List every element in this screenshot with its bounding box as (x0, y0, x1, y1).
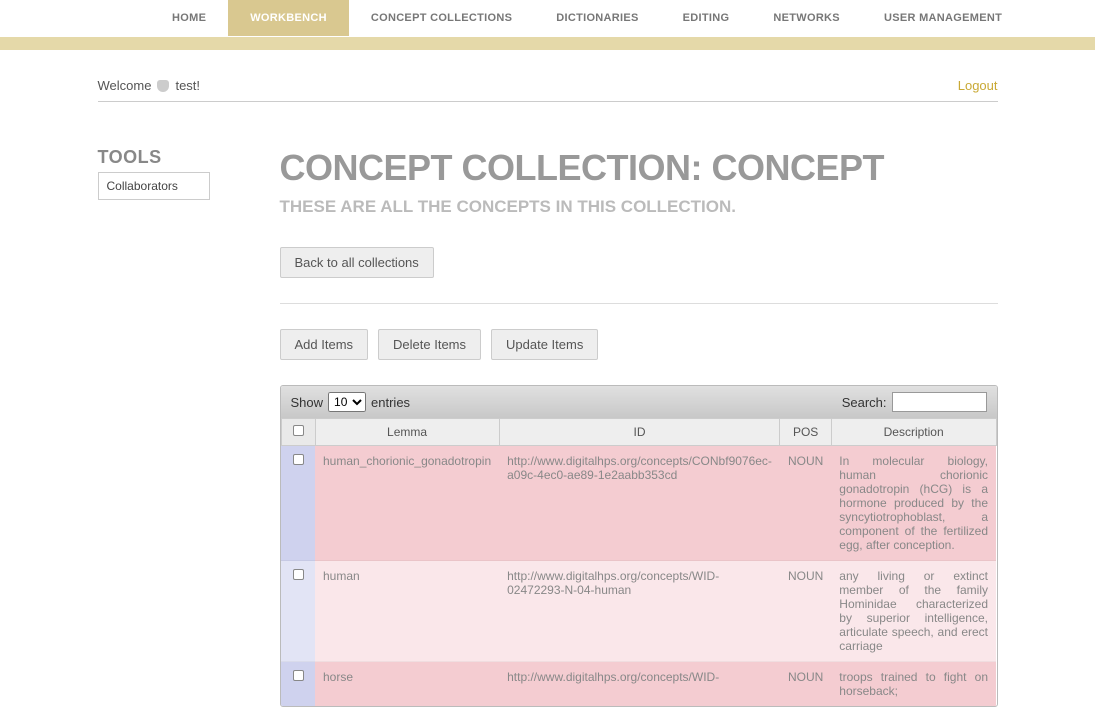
nav-concept-collections[interactable]: CONCEPT COLLECTIONS (349, 0, 534, 36)
cell-lemma: horse (315, 662, 499, 707)
tools-heading: TOOLS (98, 147, 210, 168)
nav-user-management[interactable]: USER MANAGEMENT (862, 0, 1024, 36)
nav-workbench[interactable]: WORKBENCH (228, 0, 349, 36)
logout-link[interactable]: Logout (958, 78, 998, 93)
top-navigation: HOME WORKBENCH CONCEPT COLLECTIONS DICTI… (0, 0, 1095, 36)
back-button[interactable]: Back to all collections (280, 247, 434, 278)
header-description[interactable]: Description (831, 419, 996, 446)
add-items-button[interactable]: Add Items (280, 329, 369, 360)
cell-id: http://www.digitalhps.org/concepts/WID- (499, 662, 780, 707)
table-row: horse http://www.digitalhps.org/concepts… (281, 662, 996, 707)
username: test! (175, 78, 200, 93)
nav-networks[interactable]: NETWORKS (751, 0, 862, 36)
header-id[interactable]: ID (499, 419, 780, 446)
cell-description: any living or extinct member of the fami… (831, 561, 996, 662)
row-checkbox[interactable] (293, 670, 304, 681)
row-checkbox[interactable] (293, 454, 304, 465)
table-row: human http://www.digitalhps.org/concepts… (281, 561, 996, 662)
nav-editing[interactable]: EDITING (661, 0, 752, 36)
header-checkbox-col (281, 419, 315, 446)
header-checkbox[interactable] (293, 425, 304, 436)
search-label: Search: (842, 395, 887, 410)
accent-bar (0, 37, 1095, 50)
search-input[interactable] (892, 392, 987, 412)
page-subtitle: THESE ARE ALL THE CONCEPTS IN THIS COLLE… (280, 197, 998, 217)
action-row: Add Items Delete Items Update Items (280, 329, 998, 360)
cell-description: In molecular biology, human chorionic go… (831, 446, 996, 561)
divider (280, 303, 998, 304)
nav-dictionaries[interactable]: DICTIONARIES (534, 0, 660, 36)
concepts-table: Lemma ID POS Description human_chorionic… (281, 418, 997, 706)
nav-home[interactable]: HOME (150, 0, 228, 36)
cell-pos: NOUN (780, 662, 831, 707)
page-title: CONCEPT COLLECTION: CONCEPT (280, 147, 998, 189)
entries-label: entries (371, 395, 410, 410)
table-row: human_chorionic_gonadotropin http://www.… (281, 446, 996, 561)
delete-items-button[interactable]: Delete Items (378, 329, 481, 360)
cell-lemma: human (315, 561, 499, 662)
user-icon (157, 80, 169, 92)
cell-description: troops trained to fight on horseback; (831, 662, 996, 707)
sidebar: TOOLS Collaborators (98, 147, 210, 707)
header-lemma[interactable]: Lemma (315, 419, 499, 446)
show-label: Show (291, 395, 324, 410)
sidebar-item-collaborators[interactable]: Collaborators (98, 172, 210, 200)
header-pos[interactable]: POS (780, 419, 831, 446)
cell-id: http://www.digitalhps.org/concepts/WID-0… (499, 561, 780, 662)
row-checkbox[interactable] (293, 569, 304, 580)
cell-pos: NOUN (780, 446, 831, 561)
cell-lemma: human_chorionic_gonadotropin (315, 446, 499, 561)
data-table-container: Show 10 entries Search: (280, 385, 998, 707)
cell-id: http://www.digitalhps.org/concepts/CONbf… (499, 446, 780, 561)
welcome-text: Welcome (98, 78, 152, 93)
cell-pos: NOUN (780, 561, 831, 662)
entries-select[interactable]: 10 (328, 392, 366, 412)
welcome-bar: Welcome test! Logout (98, 70, 998, 102)
update-items-button[interactable]: Update Items (491, 329, 598, 360)
